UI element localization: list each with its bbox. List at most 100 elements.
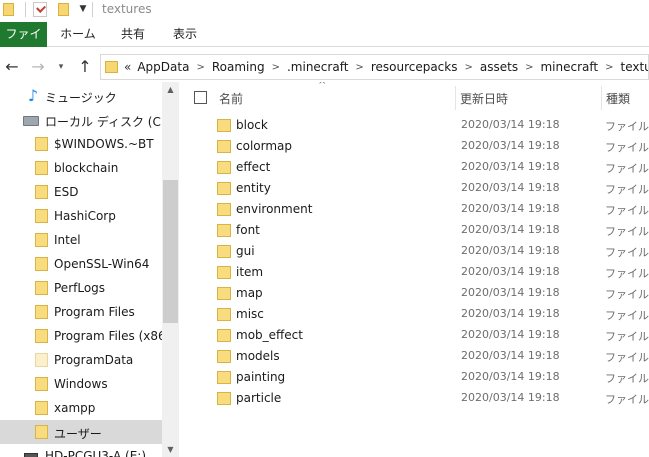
back-arrow-icon[interactable]: ← [1,56,23,78]
breadcrumb-minecraft[interactable]: minecraft [540,60,598,74]
folder-icon[interactable] [3,3,14,16]
file-date: 2020/03/14 19:18 [461,391,560,404]
folder-icon [35,281,48,295]
file-date: 2020/03/14 19:18 [461,160,560,173]
file-date: 2020/03/14 19:18 [461,202,560,215]
breadcrumb-minecraft-dir[interactable]: .minecraft [287,60,348,74]
file-type: ファイル フォルダー [605,246,649,259]
folder-icon [35,329,48,343]
breadcrumb-separator-icon[interactable]: > [272,62,280,73]
usb-drive-icon [24,453,38,457]
folder-icon [35,233,48,247]
file-row[interactable]: map 2020/03/14 19:18 ファイル フォルダー [179,283,649,304]
properties-check-icon[interactable] [33,2,47,17]
tab-share[interactable]: 共有 [113,22,153,47]
folder-icon [217,329,231,342]
breadcrumb-assets[interactable]: assets [480,60,518,74]
nav-item-windows[interactable]: Windows [0,372,162,396]
folder-icon [217,245,231,258]
ribbon: ファイル ホーム 共有 表示 [0,22,649,66]
nav-item-users[interactable]: ユーザー [0,420,162,444]
tab-file[interactable]: ファイル [0,22,47,66]
column-divider[interactable] [601,86,602,110]
column-header-date-modified[interactable]: 更新日時 [460,90,508,107]
nav-item-local-disk-c[interactable]: ローカル ディスク (C:) [0,108,162,132]
nav-item-perflogs[interactable]: PerfLogs [0,276,162,300]
folder-icon [217,203,231,216]
breadcrumb-separator-icon[interactable]: > [355,62,363,73]
forward-arrow-icon[interactable]: → [27,56,49,78]
breadcrumb-appdata[interactable]: AppData [137,60,189,74]
tab-view[interactable]: 表示 [165,22,205,47]
select-all-checkbox[interactable] [194,91,207,104]
file-row[interactable]: models 2020/03/14 19:18 ファイル フォルダー [179,346,649,367]
breadcrumb-separator-icon[interactable]: > [196,62,204,73]
nav-item-program-files-x86[interactable]: Program Files (x86) [0,324,162,348]
folder-icon [217,119,231,132]
folder-icon [217,266,231,279]
nav-item-music[interactable]: ♪ ミュージック [0,84,162,108]
nav-item-blockchain[interactable]: blockchain [0,156,162,180]
recent-locations-chevron-icon[interactable]: ▾ [54,56,68,78]
up-arrow-icon[interactable]: ↑ [74,56,96,78]
nav-item-xampp[interactable]: xampp [0,396,162,420]
column-header-name[interactable]: 名前 [219,90,243,107]
file-date: 2020/03/14 19:18 [461,223,560,236]
file-name: map [236,286,263,300]
breadcrumb-separator-icon[interactable]: > [605,62,613,73]
breadcrumb-resourcepacks[interactable]: resourcepacks [371,60,458,74]
file-row[interactable]: block 2020/03/14 19:18 ファイル フォルダー [179,115,649,136]
tab-home[interactable]: ホーム [58,22,98,47]
file-name: mob_effect [236,328,303,342]
file-date: 2020/03/14 19:18 [461,286,560,299]
column-divider[interactable] [455,86,456,110]
breadcrumb-separator-icon[interactable]: > [464,62,472,73]
nav-item-esd[interactable]: ESD [0,180,162,204]
quick-access-dropdown-icon[interactable]: ▼ [78,2,88,16]
scroll-up-arrow-icon[interactable]: ▲ [162,82,179,97]
file-date: 2020/03/14 19:18 [461,265,560,278]
file-row[interactable]: font 2020/03/14 19:18 ファイル フォルダー [179,220,649,241]
address-bar[interactable]: « AppData > Roaming > .minecraft > resou… [100,54,649,80]
file-row[interactable]: environment 2020/03/14 19:18 ファイル フォルダー [179,199,649,220]
file-row[interactable]: mob_effect 2020/03/14 19:18 ファイル フォルダー [179,325,649,346]
file-row[interactable]: particle 2020/03/14 19:18 ファイル フォルダー [179,388,649,409]
file-date: 2020/03/14 19:18 [461,181,560,194]
music-note-icon: ♪ [27,86,39,105]
file-type: ファイル フォルダー [605,351,649,364]
file-row[interactable]: effect 2020/03/14 19:18 ファイル フォルダー [179,157,649,178]
navigation-pane-scrollbar[interactable]: ▲ ▼ [162,82,179,457]
file-name: item [236,265,264,279]
file-name: colormap [236,139,292,153]
nav-item-windows-bt[interactable]: $WINDOWS.~BT [0,132,162,156]
nav-item-programdata[interactable]: ProgramData [0,348,162,372]
window-title: textures [102,2,152,16]
file-date: 2020/03/14 19:18 [461,118,560,131]
breadcrumb-textures[interactable]: textures [620,60,648,74]
new-folder-icon[interactable] [58,3,69,16]
file-row[interactable]: colormap 2020/03/14 19:18 ファイル フォルダー [179,136,649,157]
nav-item-hashicorp[interactable]: HashiCorp [0,204,162,228]
hidden-folder-icon [35,353,48,367]
folder-icon [35,137,48,151]
scroll-down-arrow-icon[interactable]: ▼ [162,442,179,457]
nav-item-intel[interactable]: Intel [0,228,162,252]
column-header-type[interactable]: 種類 [606,90,630,107]
nav-item-program-files[interactable]: Program Files [0,300,162,324]
nav-item-openssl-win64[interactable]: OpenSSL-Win64 [0,252,162,276]
file-row[interactable]: entity 2020/03/14 19:18 ファイル フォルダー [179,178,649,199]
file-row[interactable]: painting 2020/03/14 19:18 ファイル フォルダー [179,367,649,388]
scrollbar-thumb[interactable] [163,180,178,323]
file-row[interactable]: misc 2020/03/14 19:18 ファイル フォルダー [179,304,649,325]
file-list: ^ 名前 更新日時 種類 block 2020/03/14 19:18 ファイル… [179,82,649,457]
folder-icon [35,257,48,271]
file-row[interactable]: gui 2020/03/14 19:18 ファイル フォルダー [179,241,649,262]
divider [92,2,93,17]
breadcrumb-overflow-icon[interactable]: « [124,60,131,74]
folder-icon [217,371,231,384]
breadcrumb-separator-icon[interactable]: > [525,62,533,73]
breadcrumb-roaming[interactable]: Roaming [212,60,265,74]
file-row[interactable]: item 2020/03/14 19:18 ファイル フォルダー [179,262,649,283]
nav-item-usb-drive-e[interactable]: HD-PCGU3-A (E:) [0,444,162,457]
folder-icon [35,377,48,391]
